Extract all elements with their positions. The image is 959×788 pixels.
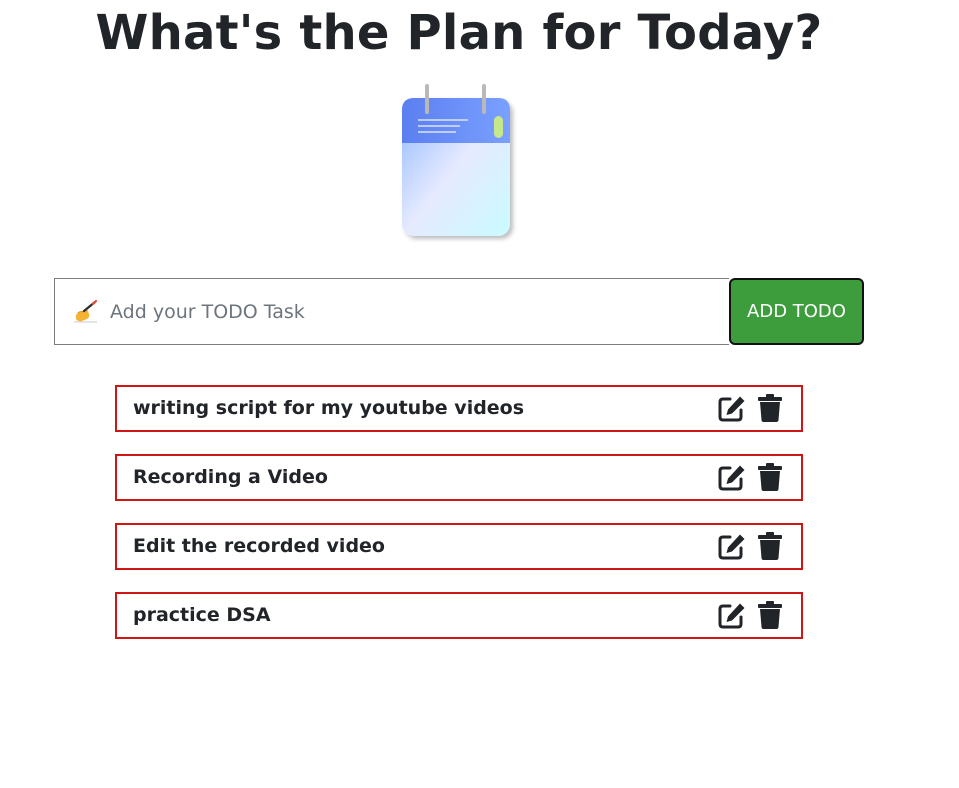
todo-app: What's the Plan for Today? Add your TODO…	[0, 0, 959, 788]
todo-item: Edit the recorded video	[115, 523, 803, 570]
todo-list: writing script for my youtube videos Rec…	[115, 385, 803, 661]
todo-input-group: ADD TODO	[54, 278, 864, 345]
edit-icon[interactable]	[718, 464, 746, 491]
todo-text: writing script for my youtube videos	[133, 397, 525, 419]
trash-icon[interactable]	[758, 532, 782, 560]
todo-text: Recording a Video	[133, 466, 328, 488]
todo-text: Edit the recorded video	[133, 535, 385, 557]
notepad-icon	[402, 84, 510, 236]
page-title: What's the Plan for Today?	[95, 5, 823, 61]
todo-input[interactable]	[110, 279, 720, 344]
todo-input-wrapper	[54, 278, 729, 345]
todo-item: practice DSA	[115, 592, 803, 639]
trash-icon[interactable]	[758, 601, 782, 629]
add-todo-button[interactable]: ADD TODO	[729, 278, 864, 345]
todo-text: practice DSA	[133, 604, 271, 626]
writing-hand-icon	[74, 299, 98, 323]
todo-item: Recording a Video	[115, 454, 803, 501]
trash-icon[interactable]	[758, 463, 782, 491]
edit-icon[interactable]	[718, 602, 746, 629]
edit-icon[interactable]	[718, 395, 746, 422]
trash-icon[interactable]	[758, 394, 782, 422]
edit-icon[interactable]	[718, 533, 746, 560]
todo-item: writing script for my youtube videos	[115, 385, 803, 432]
